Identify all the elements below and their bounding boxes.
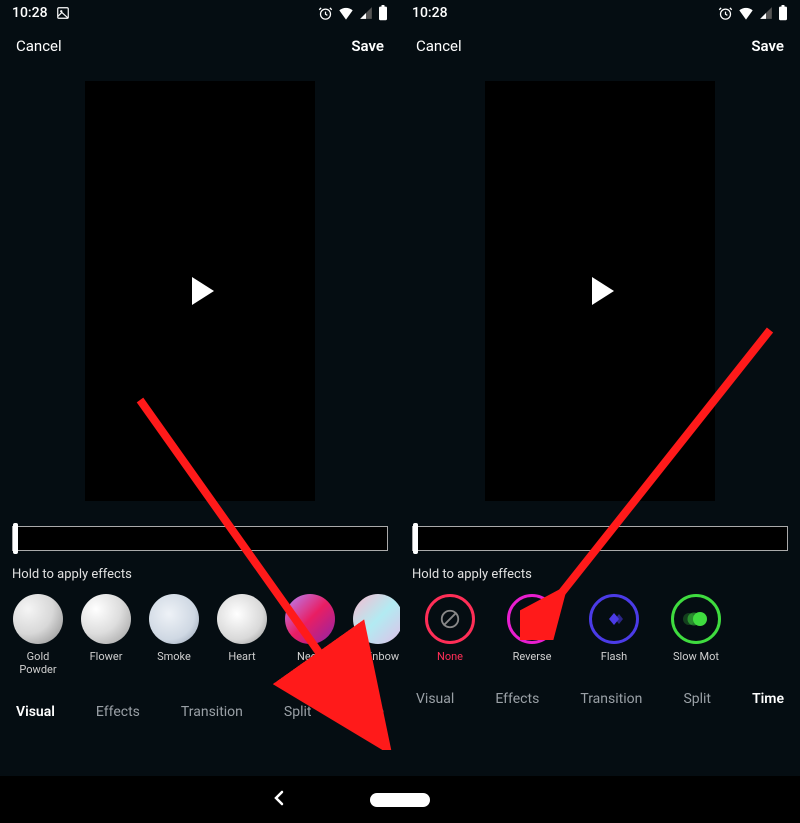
status-time: 10:28 <box>412 5 448 21</box>
effect-label: Flower <box>90 650 123 663</box>
cancel-button[interactable]: Cancel <box>416 37 462 55</box>
timeline-handle[interactable] <box>413 523 418 554</box>
effect-smoke[interactable]: Smoke <box>140 594 208 676</box>
play-icon <box>192 277 214 305</box>
effect-label: Flash <box>601 650 627 663</box>
timeline[interactable] <box>12 526 388 551</box>
alarm-icon <box>318 6 333 21</box>
effect-slow-motion[interactable]: Slow Mot <box>666 594 726 663</box>
tab-time[interactable]: Time <box>351 698 386 726</box>
wifi-icon <box>738 6 754 20</box>
effect-neon[interactable]: Neon <box>276 594 344 676</box>
status-time: 10:28 <box>12 5 48 21</box>
preview-area <box>400 66 800 516</box>
timeline-handle[interactable] <box>13 523 18 554</box>
tab-visual[interactable]: Visual <box>14 698 57 726</box>
hourglass-icon <box>507 594 557 644</box>
effect-rainbow[interactable]: Rainbow <box>344 594 400 676</box>
save-button[interactable]: Save <box>751 37 784 55</box>
effect-label: Heart <box>228 650 255 663</box>
status-bar: 10:28 <box>0 0 400 26</box>
editor-header: Cancel Save <box>400 26 800 66</box>
right-panel: 10:28 Cancel Save Hold to apply effects <box>400 0 800 776</box>
effect-thumb <box>13 594 63 644</box>
cancel-button[interactable]: Cancel <box>16 37 62 55</box>
video-preview[interactable] <box>85 81 315 501</box>
hold-to-apply-label: Hold to apply effects <box>12 567 388 582</box>
status-icons <box>318 5 388 21</box>
alarm-icon <box>718 6 733 21</box>
effect-category-tabs: Visual Effects Transition Split Time <box>0 698 400 726</box>
effect-label: Neon <box>297 650 323 663</box>
tab-transition[interactable]: Transition <box>179 698 245 726</box>
tab-transition[interactable]: Transition <box>578 685 644 713</box>
wifi-icon <box>338 6 354 20</box>
effect-none[interactable]: None <box>420 594 480 663</box>
tab-effects[interactable]: Effects <box>94 698 142 726</box>
effect-label: Reverse <box>513 650 552 663</box>
tab-split[interactable]: Split <box>681 685 713 713</box>
signal-icon <box>759 6 773 20</box>
nav-back-icon[interactable] <box>272 790 286 810</box>
nav-home-pill[interactable] <box>370 793 430 807</box>
status-bar: 10:28 <box>400 0 800 26</box>
tab-effects[interactable]: Effects <box>493 685 541 713</box>
effect-thumb <box>81 594 131 644</box>
effect-gold-powder[interactable]: Gold Powder <box>4 594 72 676</box>
visual-effects-row: Gold Powder Flower Smoke Heart Neon Rain… <box>0 594 400 676</box>
status-icons <box>718 5 788 21</box>
play-icon <box>592 277 614 305</box>
effect-label: Gold Powder <box>19 650 56 676</box>
timeline[interactable] <box>412 526 788 551</box>
effect-thumb <box>353 594 400 644</box>
tab-visual[interactable]: Visual <box>414 685 456 713</box>
save-button[interactable]: Save <box>351 37 384 55</box>
android-nav-bar <box>0 776 800 823</box>
image-icon <box>56 6 70 20</box>
effect-flash[interactable]: Flash <box>584 594 644 663</box>
speed-icon <box>671 594 721 644</box>
effect-reverse[interactable]: Reverse <box>502 594 562 663</box>
effect-thumb <box>285 594 335 644</box>
effect-thumb <box>217 594 267 644</box>
tab-split[interactable]: Split <box>282 698 314 726</box>
effect-label: None <box>437 650 463 663</box>
left-panel: 10:28 Cancel Save Hold to apply e <box>0 0 400 776</box>
battery-icon <box>778 5 788 21</box>
effect-flower[interactable]: Flower <box>72 594 140 676</box>
preview-area <box>0 66 400 516</box>
effect-label: Smoke <box>157 650 191 663</box>
editor-header: Cancel Save <box>0 26 400 66</box>
none-icon <box>425 594 475 644</box>
battery-icon <box>378 5 388 21</box>
effect-heart[interactable]: Heart <box>208 594 276 676</box>
signal-icon <box>359 6 373 20</box>
tab-time[interactable]: Time <box>750 685 786 713</box>
hold-to-apply-label: Hold to apply effects <box>412 567 788 582</box>
effect-category-tabs: Visual Effects Transition Split Time <box>400 685 800 713</box>
effect-label: Rainbow <box>357 650 399 663</box>
video-preview[interactable] <box>485 81 715 501</box>
diamond-icon <box>589 594 639 644</box>
time-effects-row: None Reverse Flash Slow Mot <box>400 594 800 663</box>
effect-thumb <box>149 594 199 644</box>
effect-label: Slow Mot <box>673 650 719 663</box>
